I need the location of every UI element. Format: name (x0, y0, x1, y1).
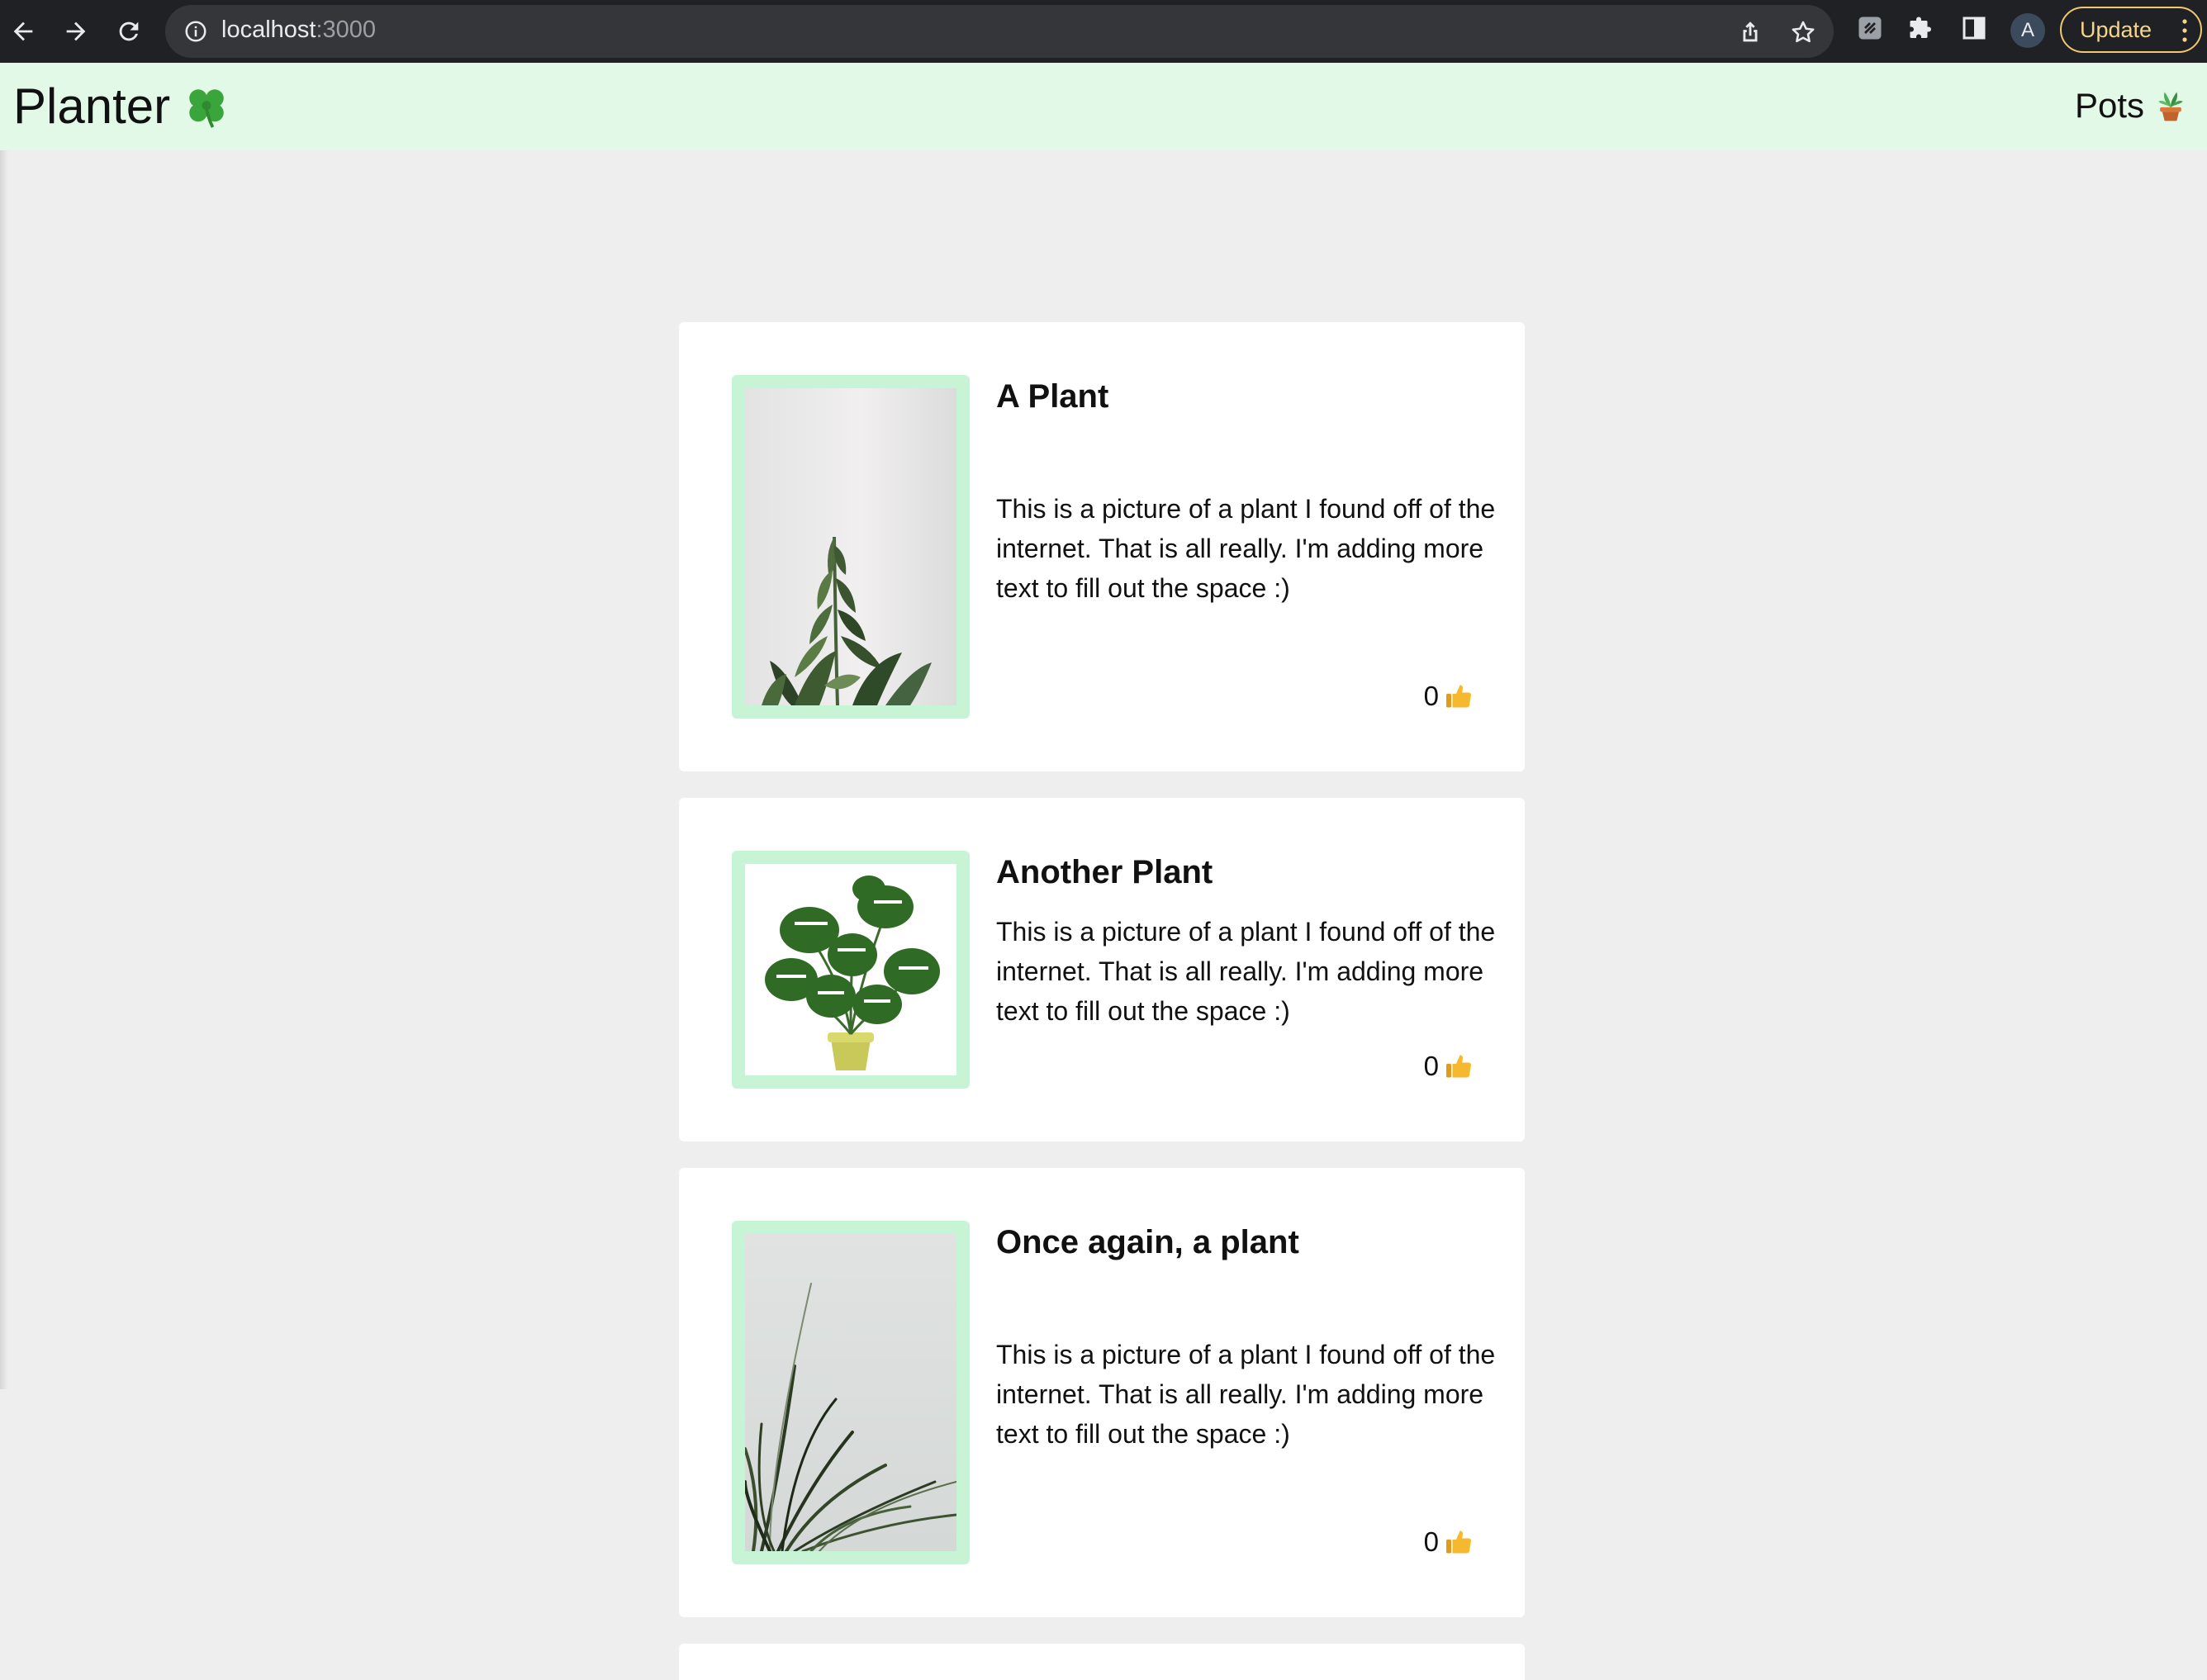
thumbs-up-icon (1446, 1531, 1472, 1554)
plant-title: Once again, a plant (996, 1224, 1299, 1260)
like-count: 0 (1423, 1526, 1439, 1557)
profile-avatar[interactable]: A (2010, 13, 2045, 48)
nav-link-label: Pots (2074, 86, 2144, 125)
plant-title: Another Plant (996, 854, 1213, 890)
side-panel-icon[interactable] (1959, 13, 1989, 43)
thumbs-up-icon (1446, 685, 1472, 708)
plant-card: A Plant This is a picture of a plant I f… (679, 322, 1525, 771)
plant-description: This is a picture of a plant I found off… (996, 917, 1496, 1026)
like-count: 0 (1423, 681, 1439, 711)
plant-description: This is a picture of a plant I found off… (996, 494, 1496, 603)
forward-button[interactable] (55, 10, 97, 53)
update-label: Update (2080, 17, 2152, 42)
back-button[interactable] (2, 10, 45, 53)
url-text: localhost:3000 (221, 17, 376, 44)
url-port: :3000 (316, 17, 377, 43)
plant-photo-monstera (745, 864, 956, 1075)
arrow-left-icon (13, 21, 33, 41)
update-button[interactable]: Update (2060, 7, 2202, 53)
plant-photo-grass (745, 1234, 956, 1551)
plant-image-frame (732, 851, 970, 1089)
star-icon[interactable] (1789, 18, 1817, 46)
like-button[interactable]: 0 (1424, 1051, 1474, 1082)
plant-image-frame (732, 1221, 970, 1564)
url-host: localhost (221, 17, 316, 43)
like-button[interactable]: 0 (1424, 1526, 1474, 1558)
nav-link-pots[interactable]: Pots (2075, 86, 2189, 126)
puzzle-icon[interactable] (1906, 13, 1936, 43)
plant-card (679, 1644, 1525, 1680)
thumbs-up-icon (1446, 1055, 1472, 1078)
plant-card: Once again, a plant This is a picture of… (679, 1168, 1525, 1617)
plant-description: This is a picture of a plant I found off… (996, 1340, 1496, 1449)
reload-button[interactable] (107, 10, 150, 53)
four-leaf-clover-icon (189, 88, 224, 128)
plant-title: A Plant (996, 378, 1109, 415)
share-icon[interactable] (1736, 18, 1764, 46)
like-count: 0 (1423, 1051, 1439, 1081)
edge-shadow (0, 150, 8, 1389)
like-button[interactable]: 0 (1424, 681, 1474, 712)
extension-icon[interactable] (1855, 13, 1885, 43)
address-bar[interactable]: localhost:3000 (165, 5, 1834, 58)
plant-photo-zz (745, 388, 956, 705)
plant-image-frame (732, 375, 970, 719)
potted-plant-icon (2158, 92, 2183, 121)
browser-toolbar: localhost:3000 A Update (0, 0, 2207, 63)
arrow-right-icon (66, 21, 86, 41)
reload-icon (119, 21, 139, 41)
brand-link[interactable]: Planter (13, 78, 231, 135)
more-vert-icon (2182, 19, 2187, 42)
brand-title: Planter (13, 78, 171, 134)
app-header: Planter Pots (0, 64, 2207, 150)
plant-card: Another Plant This is a picture of a pla… (679, 798, 1525, 1141)
info-icon[interactable] (183, 19, 208, 44)
plant-feed: A Plant This is a picture of a plant I f… (679, 322, 1525, 1680)
